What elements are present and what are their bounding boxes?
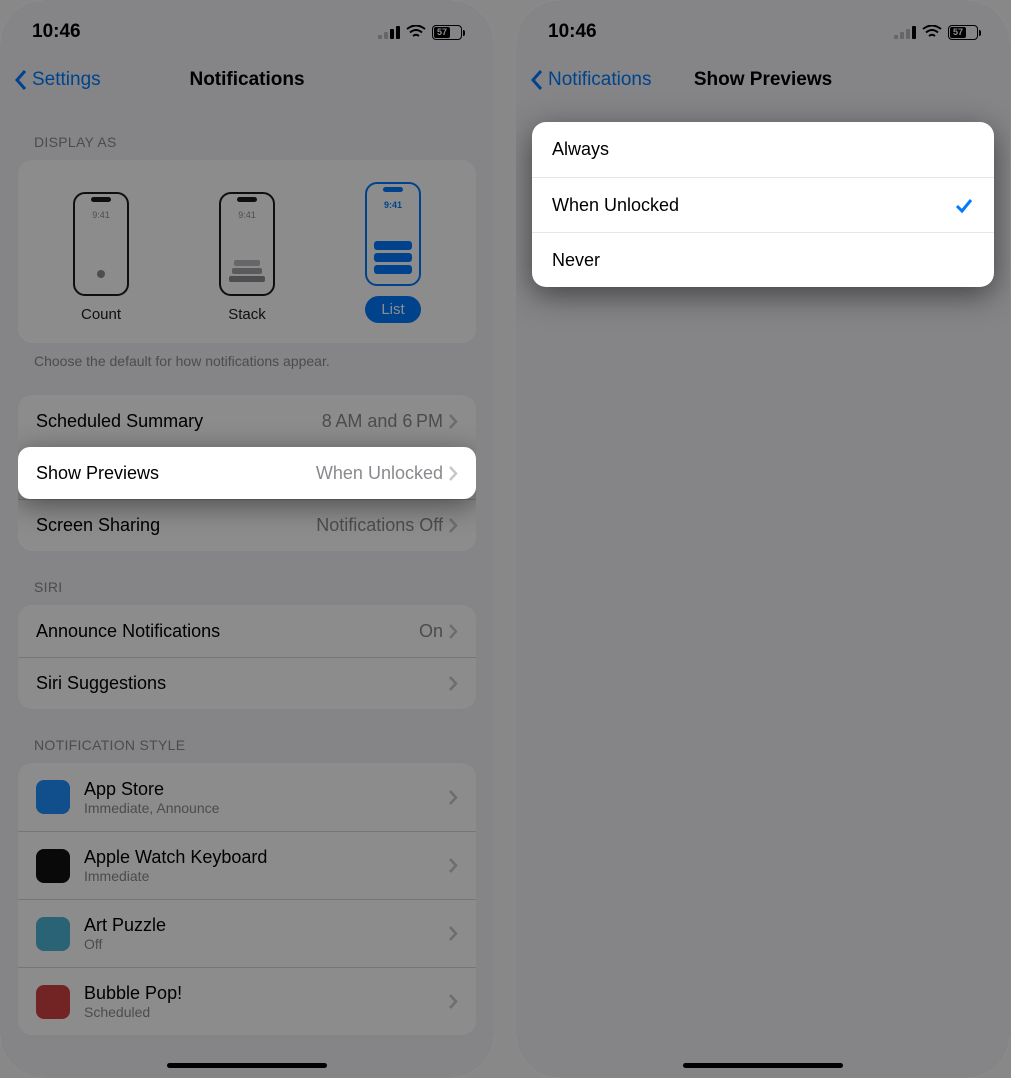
display-option-label: Count xyxy=(81,306,121,323)
back-button[interactable]: Notifications xyxy=(530,69,652,91)
option-label: When Unlocked xyxy=(552,195,679,216)
siri-header: SIRI xyxy=(18,551,476,605)
app-subtitle: Immediate, Announce xyxy=(84,800,449,816)
battery-icon: 57 xyxy=(432,25,462,40)
row-value: Notifications Off xyxy=(316,515,458,536)
phone-show-previews: 10:46 57 Notifications Show Previews Alw… xyxy=(516,0,1010,1078)
chevron-right-icon xyxy=(449,414,458,429)
display-as-footer: Choose the default for how notifications… xyxy=(18,343,476,369)
row-value: On xyxy=(419,621,458,642)
style-header: NOTIFICATION STYLE xyxy=(18,709,476,763)
home-indicator[interactable] xyxy=(683,1063,843,1068)
app-name: Bubble Pop! xyxy=(84,983,449,1004)
app-row-apple-watch-keyboard[interactable]: Apple Watch KeyboardImmediate xyxy=(18,831,476,899)
status-bar: 10:46 57 xyxy=(516,0,1010,54)
chevron-left-icon xyxy=(530,69,544,91)
back-label: Settings xyxy=(32,69,101,91)
app-name: App Store xyxy=(84,779,449,800)
chevron-right-icon xyxy=(449,790,458,805)
mini-phone-icon: 9:41 xyxy=(73,192,129,296)
display-as-card: 9:41 Count 9:41 Stack 9:41 List xyxy=(18,160,476,343)
status-bar: 10:46 57 xyxy=(0,0,494,54)
battery-level: 57 xyxy=(950,27,966,38)
option-label: Always xyxy=(552,139,609,160)
row-value xyxy=(449,676,458,691)
row-label: Announce Notifications xyxy=(36,621,220,642)
app-name: Apple Watch Keyboard xyxy=(84,847,449,868)
mini-phone-icon: 9:41 xyxy=(219,192,275,296)
row-screen-sharing[interactable]: Screen Sharing Notifications Off xyxy=(18,499,476,551)
siri-group: Announce Notifications On Siri Suggestion… xyxy=(18,605,476,709)
wifi-icon xyxy=(406,25,426,39)
option-always[interactable]: Always xyxy=(532,122,994,177)
row-siri-suggestions[interactable]: Siri Suggestions xyxy=(18,657,476,709)
chevron-right-icon xyxy=(449,624,458,639)
app-text: Apple Watch KeyboardImmediate xyxy=(84,847,449,884)
mini-phone-icon: 9:41 xyxy=(365,182,421,286)
app-row-app-store[interactable]: App StoreImmediate, Announce xyxy=(18,763,476,831)
row-show-previews[interactable]: Show Previews When Unlocked xyxy=(18,447,476,499)
app-icon xyxy=(36,780,70,814)
row-announce-notifications[interactable]: Announce Notifications On xyxy=(18,605,476,657)
app-subtitle: Scheduled xyxy=(84,1004,449,1020)
app-text: Bubble Pop!Scheduled xyxy=(84,983,449,1020)
row-label: Scheduled Summary xyxy=(36,411,203,432)
row-value: When Unlocked xyxy=(316,463,458,484)
content: DISPLAY AS 9:41 Count 9:41 Stack 9:41 List Ch… xyxy=(0,106,494,1035)
option-when-unlocked[interactable]: When Unlocked xyxy=(532,177,994,232)
option-never[interactable]: Never xyxy=(532,232,994,287)
home-indicator[interactable] xyxy=(167,1063,327,1068)
display-option-stack[interactable]: 9:41 Stack xyxy=(219,192,275,323)
row-value: 8 AM and 6 PM xyxy=(322,411,458,432)
row-label: Siri Suggestions xyxy=(36,673,166,694)
check-icon xyxy=(954,195,974,215)
status-time: 10:46 xyxy=(32,21,81,43)
chevron-right-icon xyxy=(449,858,458,873)
back-label: Notifications xyxy=(548,69,652,91)
app-name: Art Puzzle xyxy=(84,915,449,936)
option-label: Never xyxy=(552,250,600,271)
nav-bar: Settings Notifications xyxy=(0,54,494,106)
status-right: 57 xyxy=(378,25,462,40)
display-option-list[interactable]: 9:41 List xyxy=(365,182,421,323)
row-label: Show Previews xyxy=(36,463,159,484)
display-option-count[interactable]: 9:41 Count xyxy=(73,192,129,323)
app-row-art-puzzle[interactable]: Art PuzzleOff xyxy=(18,899,476,967)
app-list: App StoreImmediate, Announce Apple Watch … xyxy=(18,763,476,1035)
app-subtitle: Off xyxy=(84,936,449,952)
battery-icon: 57 xyxy=(948,25,978,40)
status-right: 57 xyxy=(894,25,978,40)
row-label: Screen Sharing xyxy=(36,515,160,536)
battery-level: 57 xyxy=(434,27,450,38)
content: Always When Unlocked Never xyxy=(516,106,1010,303)
chevron-left-icon xyxy=(14,69,28,91)
app-row-bubble-pop-[interactable]: Bubble Pop!Scheduled xyxy=(18,967,476,1035)
app-text: Art PuzzleOff xyxy=(84,915,449,952)
display-option-label: List xyxy=(365,296,420,323)
chevron-right-icon xyxy=(449,994,458,1009)
display-as-header: DISPLAY AS xyxy=(18,106,476,160)
status-time: 10:46 xyxy=(548,21,597,43)
phone-notifications: 10:46 57 Settings Notifications DISPLAY … xyxy=(0,0,494,1078)
wifi-icon xyxy=(922,25,942,39)
chevron-right-icon xyxy=(449,926,458,941)
app-subtitle: Immediate xyxy=(84,868,449,884)
app-icon xyxy=(36,917,70,951)
chevron-right-icon xyxy=(449,518,458,533)
preview-options: Always When Unlocked Never xyxy=(532,122,994,287)
cellular-icon xyxy=(378,26,400,39)
nav-bar: Notifications Show Previews xyxy=(516,54,1010,106)
main-settings-group: Scheduled Summary 8 AM and 6 PM Show Prev… xyxy=(18,395,476,551)
chevron-right-icon xyxy=(449,466,458,481)
app-text: App StoreImmediate, Announce xyxy=(84,779,449,816)
row-scheduled-summary[interactable]: Scheduled Summary 8 AM and 6 PM xyxy=(18,395,476,447)
display-option-label: Stack xyxy=(228,306,266,323)
back-button[interactable]: Settings xyxy=(14,69,101,91)
app-icon xyxy=(36,985,70,1019)
chevron-right-icon xyxy=(449,676,458,691)
app-icon xyxy=(36,849,70,883)
cellular-icon xyxy=(894,26,916,39)
